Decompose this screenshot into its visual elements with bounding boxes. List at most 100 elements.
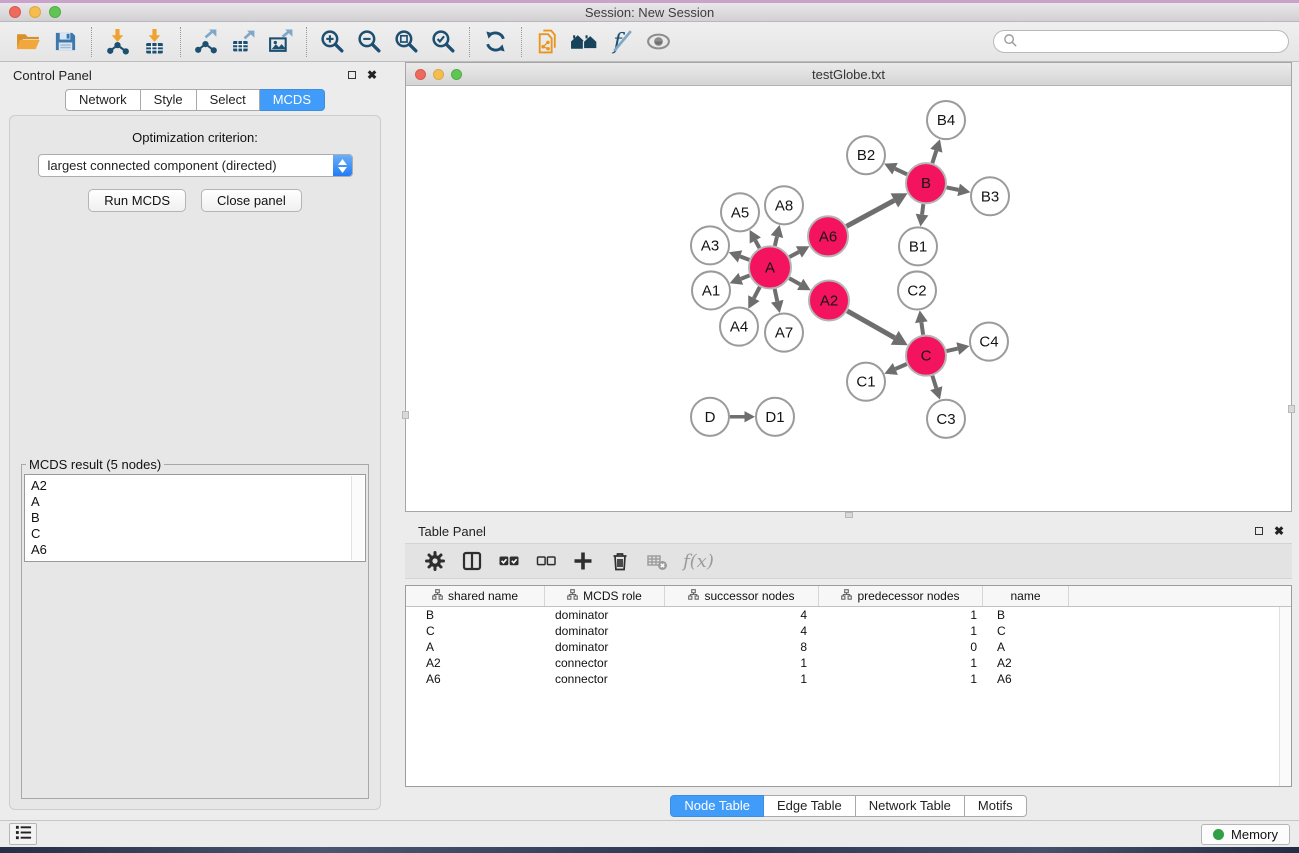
table-cell: connector (545, 672, 665, 686)
table-cell: A2 (983, 656, 1069, 670)
float-panel-icon[interactable] (1255, 527, 1263, 535)
close-panel-button[interactable]: Close panel (201, 189, 302, 212)
tab-select[interactable]: Select (197, 89, 260, 111)
table-tab-node-table[interactable]: Node Table (670, 795, 764, 817)
close-panel-icon[interactable]: ✖ (1274, 525, 1284, 537)
close-panel-icon[interactable]: ✖ (367, 69, 377, 81)
graph-edge-C-C4[interactable] (946, 349, 957, 352)
table-tab-edge-table[interactable]: Edge Table (764, 795, 856, 817)
mcds-result-item[interactable]: A6 (31, 542, 347, 558)
run-mcds-button[interactable]: Run MCDS (88, 189, 186, 212)
graph-edge-C-C2[interactable] (921, 322, 923, 335)
zoom-in-icon[interactable] (314, 25, 351, 59)
graph-edge-C-C1[interactable] (895, 364, 906, 369)
task-history-button[interactable] (9, 823, 37, 845)
column-header-shared-name[interactable]: shared name (406, 586, 545, 606)
splitter-grip[interactable] (402, 411, 409, 419)
unselect-all-columns-icon[interactable] (533, 548, 559, 574)
table-tab-motifs[interactable]: Motifs (965, 795, 1027, 817)
graph-edge-B-B1[interactable] (922, 204, 923, 214)
tab-mcds[interactable]: MCDS (260, 89, 325, 111)
table-row[interactable]: A6connector11A6 (406, 671, 1291, 687)
add-column-icon[interactable] (570, 548, 596, 574)
search-input[interactable] (1023, 34, 1279, 49)
tab-style[interactable]: Style (141, 89, 197, 111)
graph-edge-A-A8[interactable] (775, 237, 777, 246)
graph-edge-B-B3[interactable] (947, 187, 959, 189)
graph-edge-A-A4[interactable] (754, 287, 760, 298)
list-scrollbar[interactable] (351, 476, 364, 560)
table-cell: 4 (665, 624, 819, 638)
graph-edge-B-B2[interactable] (895, 169, 907, 175)
graph-edge-A-A6[interactable] (789, 252, 798, 257)
export-table-icon[interactable] (225, 25, 262, 59)
first-neighbors-icon[interactable] (566, 25, 603, 59)
delete-column-icon[interactable] (607, 548, 633, 574)
delete-table-icon[interactable] (644, 548, 670, 574)
graph-edge-A2-C[interactable] (847, 311, 894, 338)
graph-edge-A6-B[interactable] (846, 200, 894, 226)
import-table-icon[interactable] (136, 25, 173, 59)
memory-button[interactable]: Memory (1201, 824, 1290, 845)
graph-edge-B-B4[interactable] (932, 151, 936, 164)
graph-edge-arrowhead (771, 300, 784, 313)
column-header-successor-nodes[interactable]: successor nodes (665, 586, 819, 606)
table-row[interactable]: A2connector11A2 (406, 655, 1291, 671)
column-header-MCDS-role[interactable]: MCDS role (545, 586, 665, 606)
zoom-fit-icon[interactable] (388, 25, 425, 59)
zoom-out-icon[interactable] (351, 25, 388, 59)
table-row[interactable]: Adominator80A (406, 639, 1291, 655)
graph-edge-A-A7[interactable] (775, 289, 778, 301)
function-builder-icon[interactable]: f(x) (681, 548, 714, 574)
mcds-result-list[interactable]: A2ABCA6 (24, 474, 366, 562)
table-tab-network-table[interactable]: Network Table (856, 795, 965, 817)
float-panel-icon[interactable] (348, 71, 356, 79)
mcds-result-item[interactable]: A2 (31, 478, 347, 494)
import-network-icon[interactable] (99, 25, 136, 59)
select-all-columns-icon[interactable] (496, 548, 522, 574)
table-options-gear-icon[interactable] (422, 548, 448, 574)
splitter-grip[interactable] (845, 512, 853, 518)
network-window-titlebar[interactable]: testGlobe.txt (406, 63, 1291, 86)
toggle-graphics-details-icon[interactable]: f (603, 25, 640, 59)
column-header-predecessor-nodes[interactable]: predecessor nodes (819, 586, 983, 606)
tab-network[interactable]: Network (65, 89, 141, 111)
criterion-select[interactable]: largest connected component (directed) (38, 154, 353, 177)
mcds-result-item[interactable]: B (31, 510, 347, 526)
export-network-icon[interactable] (188, 25, 225, 59)
table-cell: 1 (819, 672, 983, 686)
show-columns-icon[interactable] (459, 548, 485, 574)
control-panel-title: Control Panel (13, 68, 92, 83)
table-body: Bdominator41BCdominator41CAdominator80AA… (406, 607, 1291, 687)
table-scrollbar[interactable] (1279, 607, 1291, 786)
export-image-icon[interactable] (262, 25, 299, 59)
save-session-icon[interactable] (47, 25, 84, 59)
network-window-title: testGlobe.txt (812, 67, 885, 82)
splitter-grip[interactable] (1288, 405, 1295, 413)
network-canvas[interactable]: AA1A2A3A4A5A6A7A8BB1B2B3B4CC1C2C3C4DD1 (406, 86, 1291, 511)
status-bar: Memory (0, 820, 1299, 847)
network-graph[interactable]: AA1A2A3A4A5A6A7A8BB1B2B3B4CC1C2C3C4DD1 (406, 86, 1291, 511)
graph-edge-A-A5[interactable] (755, 240, 759, 248)
graph-edge-A-A1[interactable] (741, 275, 750, 278)
open-session-icon[interactable] (10, 25, 47, 59)
table-row[interactable]: Cdominator41C (406, 623, 1291, 639)
zoom-selected-icon[interactable] (425, 25, 462, 59)
network-zoom-button[interactable] (451, 69, 462, 80)
graph-node-label: A2 (820, 293, 838, 310)
column-header-name[interactable]: name (983, 586, 1069, 606)
graph-edge-arrowhead (930, 139, 942, 152)
search-field[interactable] (993, 30, 1289, 53)
network-close-button[interactable] (415, 69, 426, 80)
mcds-result-item[interactable]: C (31, 526, 347, 542)
clone-network-icon[interactable] (529, 25, 566, 59)
graph-edge-A-A2[interactable] (789, 278, 800, 284)
table-row[interactable]: Bdominator41B (406, 607, 1291, 623)
mcds-result-item[interactable]: A (31, 494, 347, 510)
network-minimize-button[interactable] (433, 69, 444, 80)
show-hide-panel-icon[interactable] (640, 25, 677, 59)
graph-edge-A-A3[interactable] (740, 256, 749, 259)
graph-edge-C-C3[interactable] (932, 376, 936, 389)
horizontal-splitter[interactable] (405, 512, 1292, 519)
refresh-view-icon[interactable] (477, 25, 514, 59)
